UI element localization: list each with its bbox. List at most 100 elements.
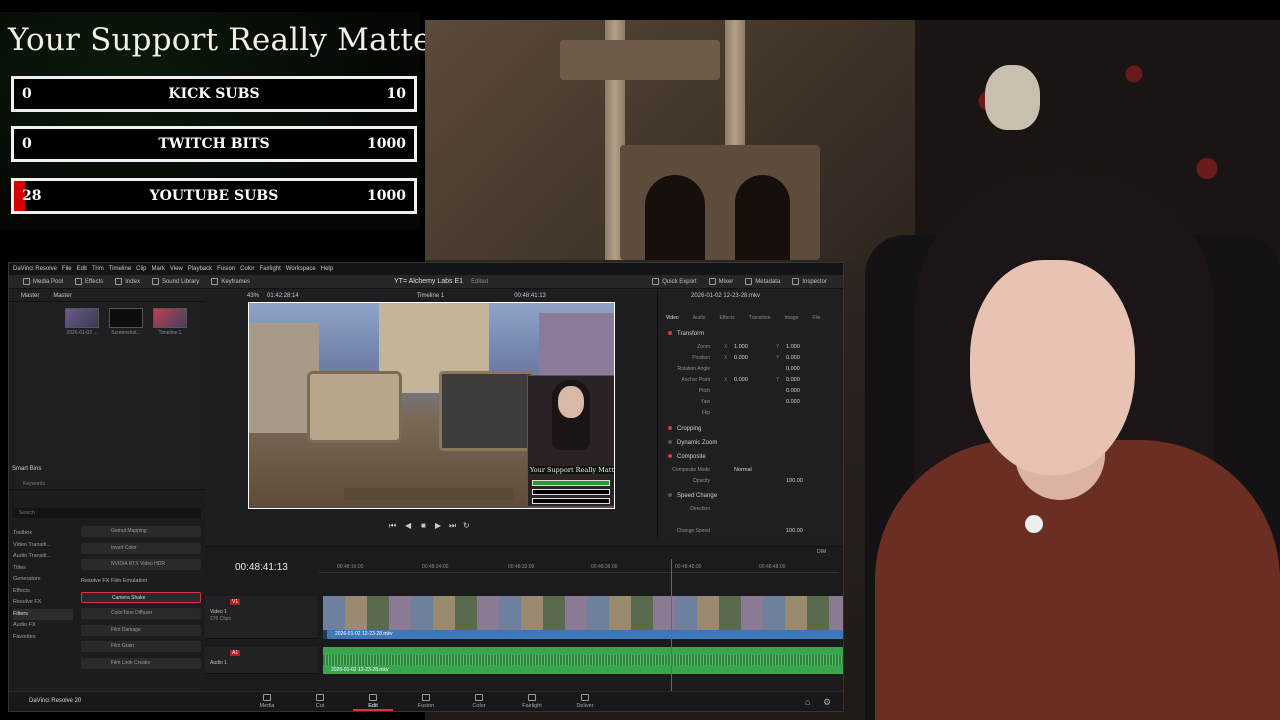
tree-video-transitions[interactable]: Video Transiti... xyxy=(13,540,73,552)
index-button[interactable]: Index xyxy=(109,278,146,285)
tree-filters[interactable]: Filters xyxy=(13,608,73,620)
menu-clip[interactable]: Clip xyxy=(136,266,146,272)
disabled-dot-icon[interactable] xyxy=(668,440,672,444)
menu-edit[interactable]: Edit xyxy=(77,266,87,272)
section-speed-change[interactable]: Speed Change xyxy=(668,493,717,499)
menu-timeline[interactable]: Timeline xyxy=(109,266,131,272)
tree-generators[interactable]: Generators xyxy=(13,574,73,586)
value-x[interactable]: 1.000 xyxy=(734,344,748,350)
menu-fairlight[interactable]: Fairlight xyxy=(259,266,280,272)
section-composite[interactable]: Composite xyxy=(668,454,706,460)
menu-trim[interactable]: Trim xyxy=(92,266,104,272)
play-icon[interactable]: ▶ xyxy=(435,521,441,530)
tree-resolve-fx[interactable]: Resolve FX xyxy=(13,597,73,609)
page-fairlight[interactable]: Fairlight xyxy=(512,694,552,709)
tab-video[interactable]: Video xyxy=(666,315,679,321)
loop-icon[interactable]: ↻ xyxy=(463,521,470,530)
timeline-selector[interactable]: Timeline 1 xyxy=(417,293,444,299)
bin-master[interactable]: Master xyxy=(21,293,39,299)
tab-audio[interactable]: Audio xyxy=(693,315,706,321)
effect-colortone-diffuser[interactable]: ColorTone Diffuser xyxy=(81,608,201,619)
effect-film-damage[interactable]: Film Damage xyxy=(81,624,201,636)
page-fusion[interactable]: Fusion xyxy=(406,694,446,709)
metadata-button[interactable]: Metadata xyxy=(739,278,786,285)
clip-item[interactable]: Screenshot... xyxy=(109,308,143,336)
smart-bin-keywords[interactable]: Keywords xyxy=(23,481,45,487)
effect-film-grain[interactable]: Film Grain xyxy=(81,641,201,652)
disabled-dot-icon[interactable] xyxy=(668,493,672,497)
menu-mark[interactable]: Mark xyxy=(152,266,165,272)
effect-invert-color[interactable]: Invert Color xyxy=(81,542,201,554)
playhead[interactable] xyxy=(671,559,672,692)
sound-library-button[interactable]: Sound Library xyxy=(146,278,205,285)
home-icon[interactable]: ⌂ xyxy=(805,697,810,707)
menu-playback[interactable]: Playback xyxy=(188,266,212,272)
tree-titles[interactable]: Titles xyxy=(13,563,73,575)
mixer-button[interactable]: Mixer xyxy=(703,278,740,285)
tree-favorites[interactable]: Favorites xyxy=(13,632,73,644)
menu-help[interactable]: Help xyxy=(321,266,333,272)
smart-bins-header[interactable]: Smart Bins xyxy=(12,466,41,472)
menu-workspace[interactable]: Workspace xyxy=(286,266,316,272)
value[interactable]: 0.000 xyxy=(786,388,800,394)
effects-button[interactable]: Effects xyxy=(69,278,109,285)
tree-audio-fx[interactable]: Audio FX xyxy=(13,620,73,632)
menu-app[interactable]: DaVinci Resolve xyxy=(13,266,57,272)
opacity-value[interactable]: 100.00 xyxy=(786,478,803,484)
value-y[interactable]: 0.000 xyxy=(786,377,800,383)
tree-effects[interactable]: Effects xyxy=(13,586,73,598)
effects-search-input[interactable]: Search xyxy=(13,508,201,518)
stop-icon[interactable]: ■ xyxy=(421,521,426,530)
bin-master-2[interactable]: Master xyxy=(53,293,71,299)
section-transform[interactable]: Transform xyxy=(668,331,704,337)
inspector-button[interactable]: Inspector xyxy=(786,278,843,285)
change-speed-value[interactable]: 100.00 xyxy=(786,528,803,534)
section-cropping[interactable]: Cropping xyxy=(668,426,701,432)
timeline-ruler[interactable]: 00:48:16:00 00:48:24:00 00:48:32:00 00:4… xyxy=(319,561,839,573)
media-pool-button[interactable]: Media Pool xyxy=(9,278,69,285)
enable-dot-icon[interactable] xyxy=(668,454,672,458)
menu-color[interactable]: Color xyxy=(240,266,254,272)
effect-nvidia-rtx-hdr[interactable]: NVIDIA RTX Video HDR xyxy=(81,559,201,570)
tab-file[interactable]: File xyxy=(812,315,820,321)
value-x[interactable]: 0.000 xyxy=(734,355,748,361)
audio-track-a1[interactable]: 2026-01-02 12-23-28.mkv xyxy=(323,647,843,674)
section-dynamic-zoom[interactable]: Dynamic Zoom xyxy=(668,440,717,446)
menu-file[interactable]: File xyxy=(62,266,72,272)
page-color[interactable]: Color xyxy=(459,694,499,709)
step-back-icon[interactable]: ◀ xyxy=(405,521,411,530)
enable-dot-icon[interactable] xyxy=(668,331,672,335)
tree-audio-transitions[interactable]: Audio Transiti... xyxy=(13,551,73,563)
page-edit[interactable]: Edit xyxy=(353,694,393,711)
timeline-viewer[interactable]: Your Support Really Matters xyxy=(248,302,615,509)
value[interactable]: 0.000 xyxy=(786,366,800,372)
clip-item[interactable]: Timeline 1 xyxy=(153,308,187,336)
page-media[interactable]: Media xyxy=(247,694,287,709)
skip-back-icon[interactable]: ⏮ xyxy=(389,521,396,531)
value-y[interactable]: 1.000 xyxy=(786,344,800,350)
video-track-v1[interactable]: 2026-01-02 12-23-28.mkv xyxy=(323,596,843,639)
volume-dim[interactable]: DIM xyxy=(817,549,826,555)
value-y[interactable]: 0.000 xyxy=(786,355,800,361)
viewer-zoom[interactable]: 43% xyxy=(247,293,259,299)
menu-view[interactable]: View xyxy=(170,266,183,272)
tab-transition[interactable]: Transition xyxy=(749,315,771,321)
clip-item[interactable]: 2026-01-02 ... xyxy=(65,308,99,336)
tree-toolbox[interactable]: Toolbox xyxy=(13,528,73,540)
composite-mode-select[interactable]: Normal xyxy=(734,467,752,473)
effect-film-look-creator[interactable]: Film Look Creator xyxy=(81,657,201,669)
keyframes-button[interactable]: Keyframes xyxy=(205,278,256,285)
enable-dot-icon[interactable] xyxy=(668,426,672,430)
settings-gear-icon[interactable]: ⚙ xyxy=(823,697,831,708)
page-deliver[interactable]: Deliver xyxy=(565,694,605,709)
video-track-header[interactable]: V1 Video 1 276 Clips xyxy=(205,596,317,639)
effect-gamut-mapping[interactable]: Gamut Mapping xyxy=(81,526,201,537)
value-x[interactable]: 0.000 xyxy=(734,377,748,383)
tab-effects[interactable]: Effects xyxy=(720,315,735,321)
value[interactable]: 0.000 xyxy=(786,399,800,405)
quick-export-button[interactable]: Quick Export xyxy=(646,278,702,285)
skip-forward-icon[interactable]: ⏭ xyxy=(449,521,456,531)
page-cut[interactable]: Cut xyxy=(300,694,340,709)
effect-camera-shake[interactable]: Camera Shake xyxy=(81,591,201,603)
audio-track-header[interactable]: A1 Audio 1 xyxy=(205,647,317,674)
